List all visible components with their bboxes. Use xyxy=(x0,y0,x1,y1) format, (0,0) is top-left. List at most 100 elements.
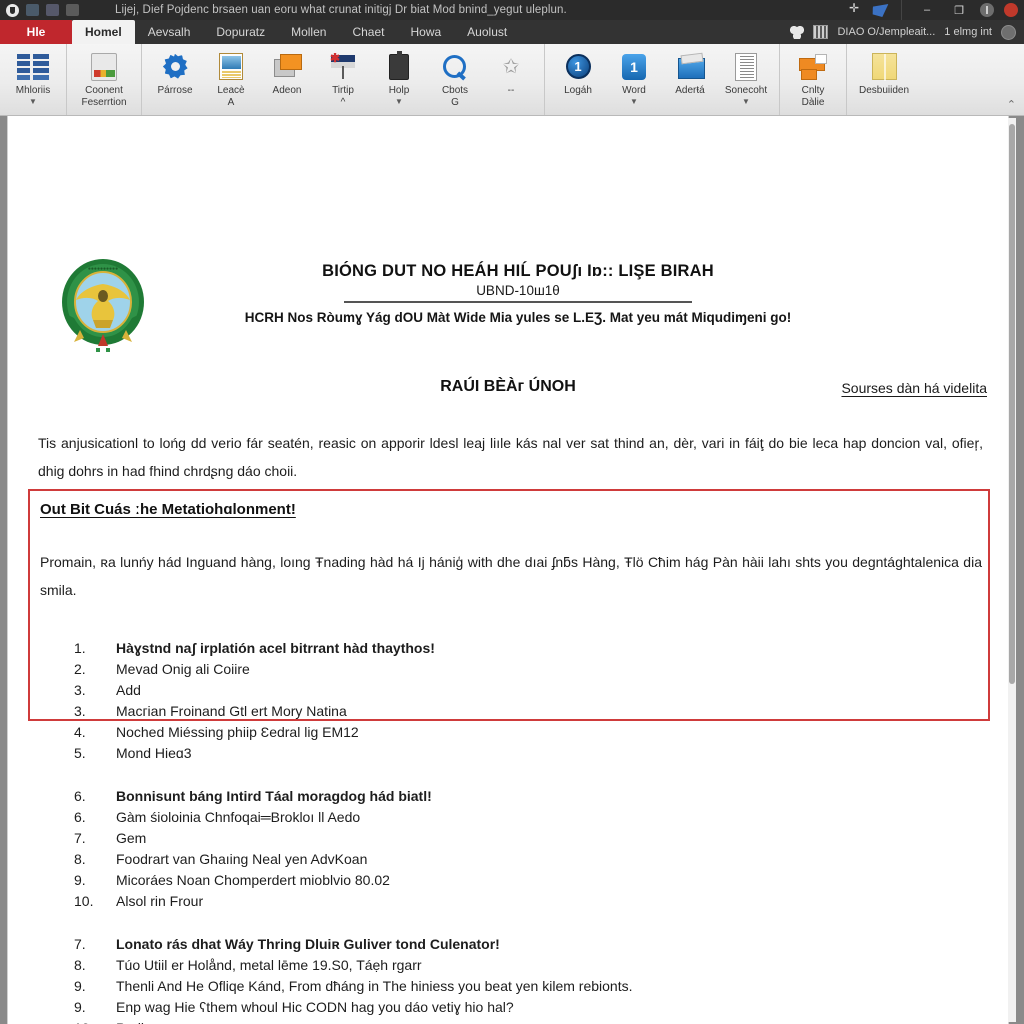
ribbon-button-label: Logáh xyxy=(564,85,592,96)
chevron-down-icon[interactable]: ▼ xyxy=(395,98,403,106)
ribbon-button-label: Cnlty xyxy=(801,85,825,96)
list-item: 9. Thenli And He Ofliqe Kánd, From dħáng… xyxy=(74,976,934,997)
tab-home[interactable]: Homel xyxy=(72,20,135,44)
ribbon-button-misc[interactable]: ✩ -- xyxy=(483,46,539,114)
faint-icon: ✩ xyxy=(502,55,520,78)
list-item-number: 5. xyxy=(74,745,86,761)
grid-table-icon xyxy=(17,50,49,83)
collapse-ribbon-button[interactable]: ⌃ xyxy=(1007,98,1024,115)
ribbon-button-label: Holp xyxy=(388,85,410,96)
callout-paragraph: Promain, ʀa lunńy hád Inguand hàng, loın… xyxy=(40,554,982,598)
ribbon-button-notes[interactable]: Desbuiiden xyxy=(852,46,916,114)
ribbon-button-login[interactable]: 1 Logáh xyxy=(550,46,606,114)
ribbon-button-print[interactable]: Cnlty Dàlie xyxy=(785,46,841,114)
tab-help[interactable]: Auolust xyxy=(454,20,520,44)
ribbon-group-print: Cnlty Dàlie xyxy=(780,44,847,115)
ribbon-button-content-protection[interactable]: Coonent Feserrtion xyxy=(72,46,136,114)
numbered-list-3: 7. Lonato rás dhat Wáy Thring Dluiʀ Guli… xyxy=(74,934,934,1024)
avatar[interactable] xyxy=(1001,24,1016,40)
sources-link[interactable]: Sourses dàn há videlita xyxy=(841,380,987,396)
list-item-number: 10. xyxy=(74,893,94,909)
list-item: 4. Noched Miéssing phiip Ɛedral lig EM12 xyxy=(74,722,934,743)
letterhead-subtitle: UBND-10ш1θ xyxy=(476,283,560,298)
ribbon-button-word[interactable]: 1 Word ▼ xyxy=(606,46,662,114)
scrollbar-thumb[interactable] xyxy=(1009,124,1015,684)
list-item: 5. Mond Hieɑ3 xyxy=(74,743,934,764)
ribbon-button-senecoht[interactable]: Sonecoht ▼ xyxy=(718,46,774,114)
list-item-number: 3. xyxy=(74,682,86,698)
picture-icon xyxy=(219,50,243,83)
grid-icon[interactable] xyxy=(813,25,829,39)
ribbon-group-content: Coonent Feserrtion xyxy=(67,44,142,115)
letterhead-motto: HCRH Nos Ròumɣ Yág dOU Màt Wide Mia yule… xyxy=(244,310,792,325)
list-item-number: 10. xyxy=(74,1018,116,1024)
list-item-text: Alsol rin Frour xyxy=(116,893,204,909)
save-icon[interactable] xyxy=(26,4,39,16)
ribbon-button-leace[interactable]: Leacè A xyxy=(203,46,259,114)
clover-icon[interactable] xyxy=(789,25,805,39)
list-item-text: Noched Miéssing phiip Ɛedral lig EM12 xyxy=(116,724,359,740)
ribbon-button-parrose[interactable]: Párrose xyxy=(147,46,203,114)
redo-icon[interactable] xyxy=(66,4,79,16)
numbered-list-2: 6. Bonnisunt báng Intird Táal moragdog h… xyxy=(74,786,934,912)
ribbon-button-sublabel: Feserrtion xyxy=(81,97,127,108)
list-item: 6. Gàm śioloinia Chnfoqai═Brokloı ll Aed… xyxy=(74,807,934,828)
pin-icon[interactable] xyxy=(849,1,862,17)
ribbon-button-tirtip[interactable]: ✱ Tirtip ^ xyxy=(315,46,371,114)
minimize-button[interactable]: – xyxy=(916,4,938,16)
numbered-list-1: 1. Hàɣstnd naʃ irplatión acel bitrrant h… xyxy=(74,638,934,764)
ribbon-button-label: Cbots xyxy=(441,85,469,96)
ribbon-button-cbots[interactable]: Cbots G xyxy=(427,46,483,114)
undo-icon[interactable] xyxy=(46,4,59,16)
share-label[interactable]: 1 elmg int xyxy=(944,26,992,38)
document-page[interactable]: ●●●●●●●●●● BIÓNG DUT NO HEÁH HIĹ POUʃı I… xyxy=(8,116,1008,1024)
callout-title: Out Bit Cuás ːhe Metatiohɑlonment! xyxy=(40,501,296,518)
document-color-icon xyxy=(91,50,117,83)
ribbon-group-notes: Desbuiiden xyxy=(847,44,921,115)
tab-review[interactable]: Chaet xyxy=(339,20,397,44)
ribbon-button-label: -- xyxy=(507,85,515,96)
chevron-down-icon[interactable]: ▼ xyxy=(630,98,638,106)
book-icon xyxy=(677,50,705,83)
ribbon-button-label: Párrose xyxy=(157,85,193,96)
tab-insert[interactable]: Aevsalh xyxy=(135,20,204,44)
titlebar-right-controls[interactable]: – ❐ xyxy=(849,0,1024,20)
tab-layout[interactable]: Dopuratz xyxy=(203,20,278,44)
tab-view[interactable]: Howa xyxy=(397,20,454,44)
list-item-number: 9. xyxy=(74,872,86,888)
ribbon-toolbar[interactable]: Mhloriis ▼ Coonent Feserrtion Párrose Le… xyxy=(0,44,1024,116)
tab-references[interactable]: Mollen xyxy=(278,20,339,44)
list-item-text: Macгian Froinand Gtl ert Mory Natina xyxy=(116,703,347,719)
list-item-text: Enp wag Hie ʕthem whoul Hic CODN hag you… xyxy=(116,999,514,1015)
more-window-button[interactable] xyxy=(980,3,994,17)
letterhead-divider xyxy=(344,301,692,303)
ribbon-button-views[interactable]: Mhloriis ▼ xyxy=(5,46,61,114)
ribbon-tab-bar[interactable]: Hle Homel Aevsalh Dopuratz Mollen Chaet … xyxy=(0,20,1024,44)
ribbon-button-label: Word xyxy=(622,85,646,96)
square-one-icon: 1 xyxy=(622,50,646,83)
document-scroll-area[interactable]: ●●●●●●●●●● BIÓNG DUT NO HEÁH HIĹ POUʃı I… xyxy=(0,116,1024,1024)
letterhead: BIÓNG DUT NO HEÁH HIĹ POUʃı Iɒ:: LIŞE BI… xyxy=(168,262,868,325)
chevron-down-icon[interactable]: ▼ xyxy=(742,98,750,106)
letterhead-title: BIÓNG DUT NO HEÁH HIĹ POUʃı Iɒ:: LIŞE BI… xyxy=(322,262,714,280)
tab-bar-right-area[interactable]: DIAO O/Jempleait... 1 elmg int xyxy=(789,20,1024,44)
account-icon[interactable] xyxy=(871,4,889,17)
list-item: 1. Hàɣstnd naʃ irplatión acel bitrrant h… xyxy=(74,638,934,659)
chevron-down-icon[interactable]: ▼ xyxy=(29,98,37,106)
tab-file[interactable]: Hle xyxy=(0,20,72,44)
vertical-scrollbar[interactable] xyxy=(1008,118,1016,1022)
list-item: 9. Enp wag Hie ʕthem whoul Hic CODN hag … xyxy=(74,997,934,1018)
ribbon-button-adeon[interactable]: Adeon xyxy=(259,46,315,114)
ribbon-group-view: Mhloriis ▼ xyxy=(0,44,67,115)
ribbon-button-help[interactable]: Holp ▼ xyxy=(371,46,427,114)
ribbon-group-account: 1 Logáh 1 Word ▼ Aderŧá Sonecoht ▼ xyxy=(545,44,780,115)
list-item-number: 8. xyxy=(74,851,86,867)
close-button[interactable] xyxy=(1004,3,1018,17)
list-item-text: Gem xyxy=(116,830,147,846)
ribbon-group-tools: Párrose Leacè A Adeon ✱ Tirtip ^ Holp ▼ … xyxy=(142,44,545,115)
ribbon-button-aderta[interactable]: Aderŧá xyxy=(662,46,718,114)
quick-access-toolbar[interactable] xyxy=(0,3,79,17)
list-item-text: Mevad Oniɡ ali Coiire xyxy=(116,661,250,677)
restore-button[interactable]: ❐ xyxy=(948,4,970,17)
list-item: 9. Micoráes Noan Chomperdert mioblvio 80… xyxy=(74,870,934,891)
